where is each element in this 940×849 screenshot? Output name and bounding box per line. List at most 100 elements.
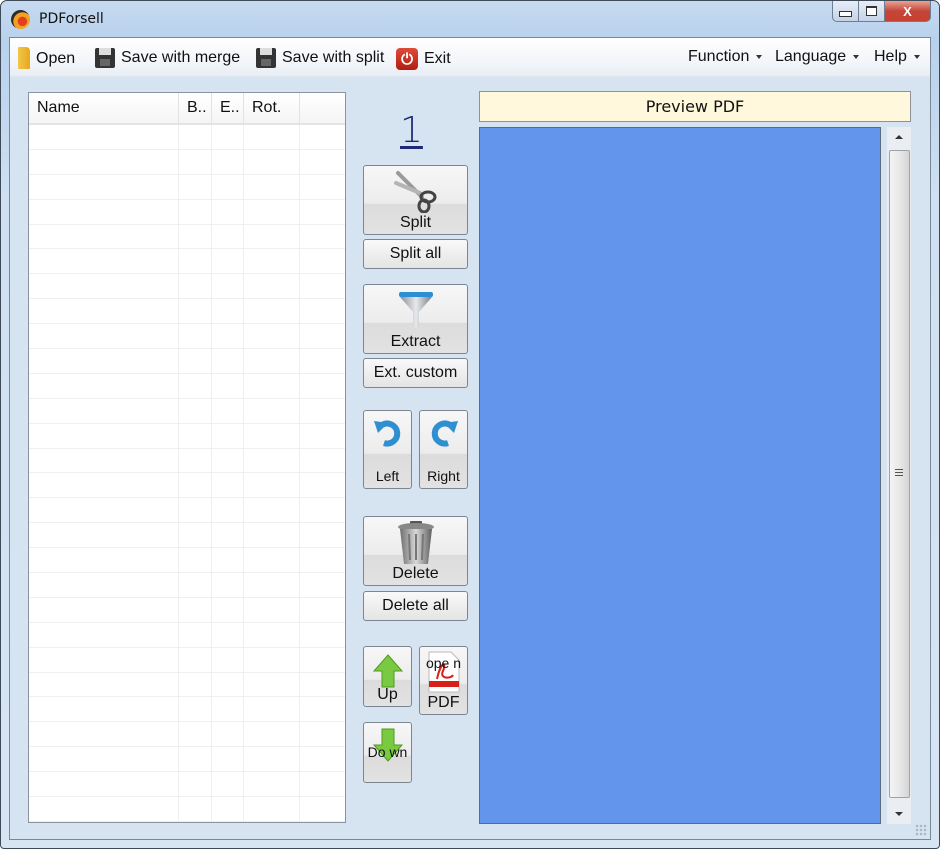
table-row[interactable] [29,249,345,275]
table-row[interactable] [29,224,345,250]
function-menu[interactable]: Function [688,48,763,66]
open-pdf-button[interactable]: ope n PDF [419,646,468,715]
file-list-table[interactable]: Name B.. E.. Rot. [28,92,346,823]
save-with-split-label: Save with split [282,49,385,66]
table-cell [244,423,300,448]
table-cell [244,498,300,523]
table-row[interactable] [29,647,345,673]
column-header-end[interactable]: E.. [212,93,244,123]
table-cell [212,697,244,722]
table-row[interactable] [29,373,345,399]
table-row[interactable] [29,423,345,449]
maximize-button[interactable] [859,1,885,22]
save-with-merge-button[interactable]: Save with merge [95,48,240,68]
exit-label: Exit [424,50,451,67]
table-row[interactable] [29,349,345,374]
close-button[interactable]: X [885,1,931,22]
split-all-button[interactable]: Split all [363,239,468,269]
table-row[interactable] [29,125,345,150]
table-row[interactable] [29,274,345,300]
table-row[interactable] [29,622,345,648]
table-row[interactable] [29,722,345,748]
move-up-button[interactable]: Up [363,646,412,707]
pdf-preview-area[interactable] [479,127,881,824]
table-cell [29,772,179,797]
table-cell [212,125,244,149]
exit-button[interactable]: ⏻ Exit [396,48,451,70]
table-cell [212,747,244,772]
table-row[interactable] [29,498,345,524]
table-cell [212,423,244,448]
table-cell [244,249,300,274]
table-row[interactable] [29,324,345,350]
table-cell [300,747,345,771]
table-cell [300,424,345,448]
move-down-button[interactable]: Do wn [363,722,412,783]
table-cell [300,200,345,224]
table-row[interactable] [29,697,345,723]
table-row[interactable] [29,299,345,325]
delete-button[interactable]: Delete [363,516,468,586]
table-cell [179,473,212,498]
table-row[interactable] [29,597,345,623]
table-cell [29,249,179,274]
rotate-right-button[interactable]: Right [419,410,468,489]
delete-all-button[interactable]: Delete all [363,591,468,621]
table-cell [300,673,345,697]
scroll-thumb[interactable] [889,150,910,798]
extract-button[interactable]: Extract [363,284,468,354]
title-bar[interactable]: PDForsell X [1,1,939,37]
page-counter: 1 [400,110,423,151]
table-cell [300,598,345,622]
open-button[interactable]: Open [18,47,75,70]
table-cell [179,274,212,299]
table-row[interactable] [29,398,345,424]
table-cell [300,225,345,249]
table-row[interactable] [29,672,345,698]
table-cell [179,125,212,149]
table-cell [244,224,300,249]
ext-custom-button[interactable]: Ext. custom [363,358,468,388]
table-row[interactable] [29,473,345,499]
table-row[interactable] [29,523,345,549]
table-cell [300,523,345,547]
table-cell [212,573,244,597]
table-cell [212,523,244,548]
minimize-icon [839,11,852,17]
column-header-rotation[interactable]: Rot. [244,93,300,123]
preview-scrollbar[interactable] [887,127,911,824]
table-row[interactable] [29,149,345,175]
table-row[interactable] [29,448,345,474]
column-header-name[interactable]: Name [29,93,179,123]
table-row[interactable] [29,548,345,574]
table-cell [179,548,212,573]
help-menu[interactable]: Help [874,48,920,66]
save-with-split-button[interactable]: Save with split [256,48,384,68]
table-row[interactable] [29,573,345,598]
table-cell [179,772,212,797]
column-header-begin[interactable]: B.. [179,93,212,123]
table-cell [179,423,212,448]
folder-icon [18,47,30,69]
function-label: Function [688,48,750,65]
scroll-down-button[interactable] [887,804,911,824]
table-row[interactable] [29,174,345,200]
preview-header: Preview PDF [479,91,911,122]
table-row[interactable] [29,747,345,773]
split-button[interactable]: Split [363,165,468,235]
table-cell [212,349,244,373]
scroll-up-button[interactable] [887,127,911,147]
resize-grip[interactable] [915,824,927,836]
table-row[interactable] [29,199,345,225]
table-cell [212,398,244,423]
table-cell [179,647,212,672]
table-cell [300,274,345,298]
minimize-button[interactable] [832,1,859,22]
main-frame: Open Save with merge Save with split ⏻ E… [9,37,931,840]
language-menu[interactable]: Language [775,48,860,66]
table-cell [29,697,179,722]
rotate-left-button[interactable]: Left [363,410,412,489]
move-down-label: Do wn [367,744,408,760]
table-row[interactable] [29,772,345,798]
table-row[interactable] [29,797,345,822]
